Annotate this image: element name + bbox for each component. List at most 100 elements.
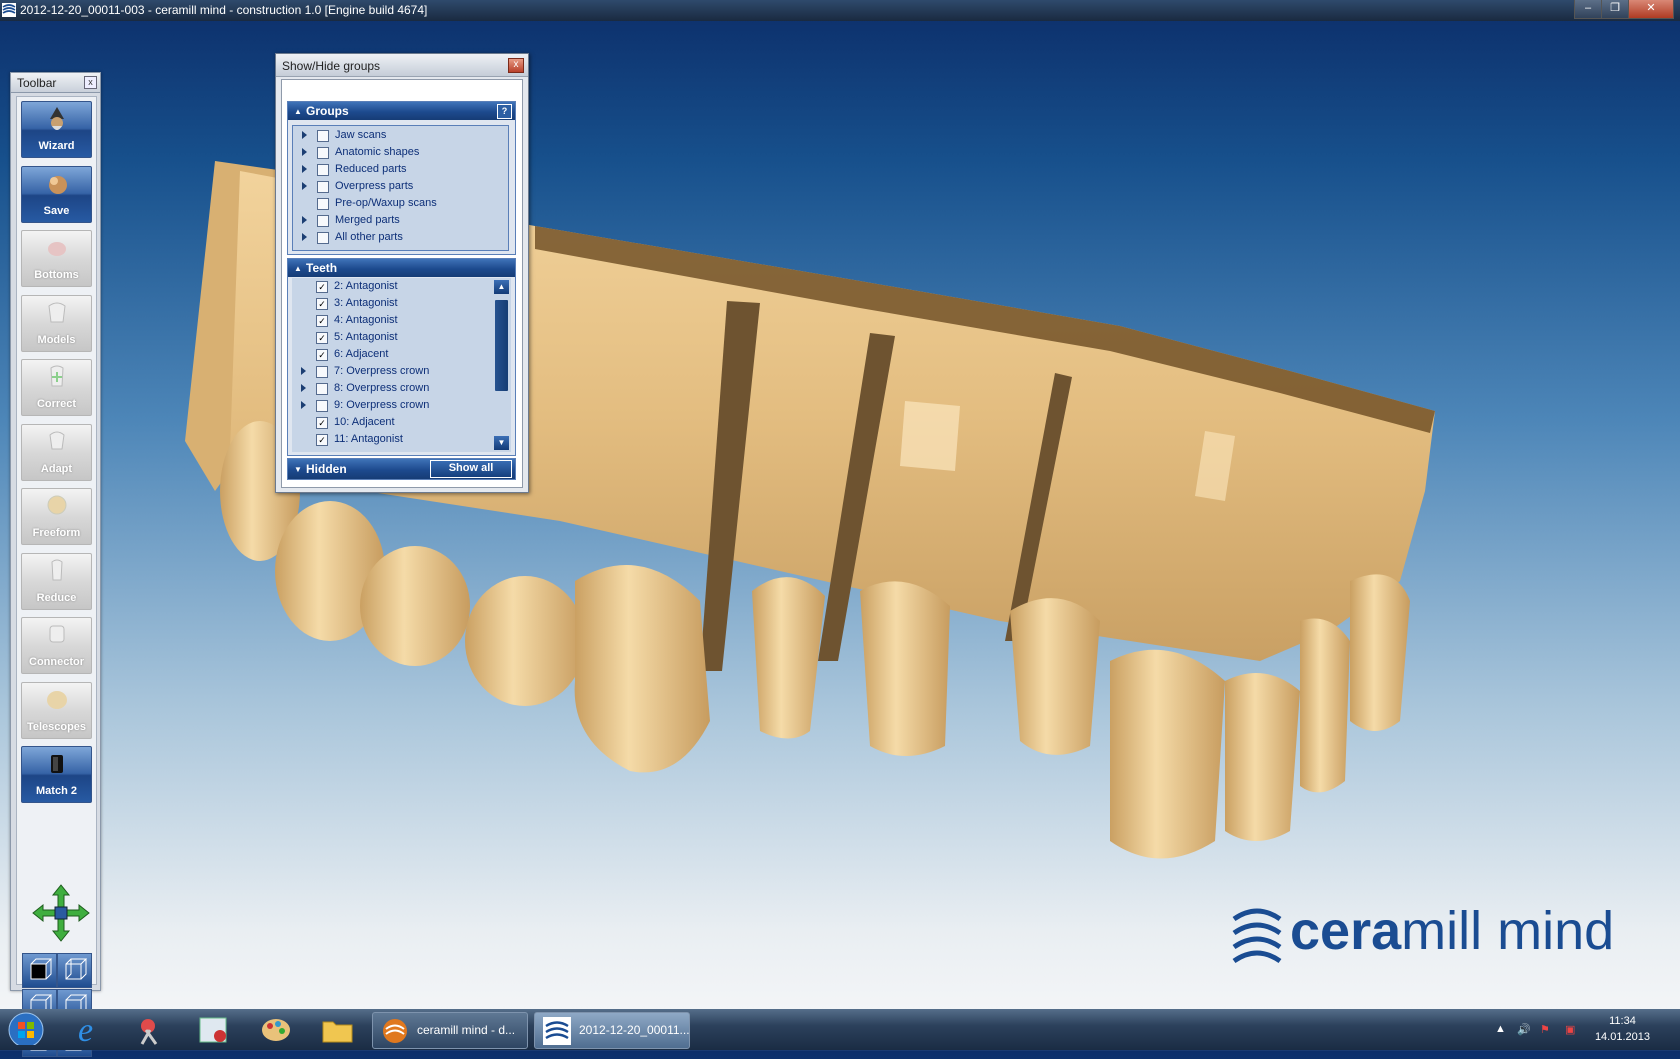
expand-arrow-icon[interactable]	[302, 148, 307, 156]
paint-icon[interactable]	[256, 1012, 296, 1047]
visibility-checkbox[interactable]: ✓	[316, 349, 328, 361]
close-window-button[interactable]: ✕	[1628, 0, 1674, 19]
taskbar-item-ceramill-mind[interactable]: ceramill mind - d...	[372, 1012, 528, 1049]
telescopes-button[interactable]: Telescopes	[21, 682, 92, 739]
list-item[interactable]: ✓ 11: Antagonist	[292, 431, 511, 448]
taskbar-item-construction[interactable]: 2012-12-20_00011...	[534, 1012, 690, 1049]
list-item[interactable]: ✓ 3: Antagonist	[292, 295, 511, 312]
expand-arrow-icon[interactable]	[301, 401, 306, 409]
teeth-scrollbar[interactable]: ▲ ▼	[494, 280, 509, 450]
help-icon[interactable]: ?	[497, 104, 512, 119]
logo-text-bold: cera	[1290, 901, 1402, 961]
visibility-checkbox[interactable]	[316, 366, 328, 378]
arrow-up-icon[interactable]	[51, 884, 71, 908]
groups-header[interactable]: ▲ Groups ?	[288, 102, 515, 120]
scroll-thumb[interactable]	[495, 300, 508, 391]
view-back-button[interactable]	[57, 953, 92, 988]
collapse-icon: ▲	[294, 264, 302, 273]
wizard-icon	[50, 107, 64, 130]
list-item[interactable]: Pre-op/Waxup scans	[293, 195, 508, 212]
list-item[interactable]: ✓ 5: Antagonist	[292, 329, 511, 346]
correct-button[interactable]: Correct	[21, 359, 92, 416]
visibility-checkbox[interactable]: ✓	[316, 434, 328, 446]
show-hidden-icons-icon[interactable]: ▲	[1495, 1023, 1506, 1035]
expand-arrow-icon[interactable]	[301, 384, 306, 392]
bottoms-button[interactable]: Bottoms	[21, 230, 92, 287]
connector-label: Connector	[29, 656, 84, 668]
match-2-button[interactable]: Match 2	[21, 746, 92, 803]
list-item[interactable]: 9: Overpress crown	[292, 397, 511, 414]
visibility-checkbox[interactable]: ✓	[316, 281, 328, 293]
show-all-button[interactable]: Show all	[430, 460, 512, 478]
visibility-checkbox[interactable]	[317, 130, 329, 142]
start-button-icon[interactable]	[6, 1010, 46, 1045]
models-icon	[48, 302, 66, 323]
list-item[interactable]: 7: Overpress crown	[292, 363, 511, 380]
list-item[interactable]: Anatomic shapes	[293, 144, 508, 161]
visibility-checkbox[interactable]	[317, 181, 329, 193]
connector-button[interactable]: Connector	[21, 617, 92, 674]
adapt-button[interactable]: Adapt	[21, 424, 92, 481]
expand-arrow-icon[interactable]	[302, 131, 307, 139]
volume-icon[interactable]: 🔊	[1517, 1023, 1531, 1036]
visibility-checkbox[interactable]: ✓	[316, 315, 328, 327]
list-item[interactable]: ✓ 4: Antagonist	[292, 312, 511, 329]
expand-arrow-icon[interactable]	[301, 367, 306, 375]
teeth-section: ▲ Teeth ✓ 2: Antagonist ✓ 3: Antagonist ✓ 4: …	[287, 258, 516, 456]
media-app-icon[interactable]	[194, 1012, 234, 1047]
freeform-button[interactable]: Freeform	[21, 488, 92, 545]
system-clock[interactable]: 11:34 14.01.2013	[1595, 1013, 1650, 1045]
list-item[interactable]: ✓ 6: Adjacent	[292, 346, 511, 363]
action-center-icon[interactable]: ⚑	[1540, 1023, 1550, 1036]
expand-arrow-icon[interactable]	[302, 233, 307, 241]
groups-list: Jaw scans Anatomic shapes Reduced parts Ove…	[292, 125, 509, 251]
center-view-icon[interactable]	[54, 906, 68, 920]
visibility-checkbox[interactable]	[316, 383, 328, 395]
scroll-up-icon[interactable]: ▲	[494, 280, 509, 294]
visibility-checkbox[interactable]	[317, 232, 329, 244]
expand-arrow-icon[interactable]	[302, 182, 307, 190]
visibility-checkbox[interactable]	[317, 164, 329, 176]
dental-model-viewport[interactable]	[0, 21, 1680, 1006]
models-button[interactable]: Models	[21, 295, 92, 352]
visibility-checkbox[interactable]	[317, 147, 329, 159]
scroll-down-icon[interactable]: ▼	[494, 436, 509, 450]
list-item[interactable]: All other parts	[293, 229, 508, 246]
hidden-header[interactable]: ▼ Hidden Show all	[288, 459, 515, 479]
teeth-header[interactable]: ▲ Teeth	[288, 259, 515, 277]
list-item[interactable]: Jaw scans	[293, 127, 508, 144]
visibility-checkbox[interactable]	[317, 198, 329, 210]
arrow-down-icon[interactable]	[51, 918, 71, 942]
network-icon[interactable]: ▣	[1565, 1023, 1575, 1036]
save-button[interactable]: Save	[21, 166, 92, 223]
visibility-checkbox[interactable]: ✓	[316, 298, 328, 310]
arrow-left-icon[interactable]	[32, 903, 56, 923]
list-item[interactable]: 8: Overpress crown	[292, 380, 511, 397]
list-item[interactable]: ✓ 2: Antagonist	[292, 278, 511, 295]
list-item[interactable]: Overpress parts	[293, 178, 508, 195]
list-item-label: 11: Antagonist	[334, 433, 403, 445]
maximize-button[interactable]: ❐	[1601, 0, 1629, 19]
list-item[interactable]: ✓ 10: Adjacent	[292, 414, 511, 431]
expand-arrow-icon[interactable]	[302, 165, 307, 173]
visibility-checkbox[interactable]	[317, 215, 329, 227]
rotate-arrows-control[interactable]	[31, 883, 91, 943]
minimize-button[interactable]: –	[1574, 0, 1602, 19]
list-item[interactable]: Reduced parts	[293, 161, 508, 178]
ceramill-task-icon	[383, 1019, 407, 1043]
file-explorer-icon[interactable]	[318, 1012, 358, 1047]
visibility-checkbox[interactable]: ✓	[316, 332, 328, 344]
view-front-button[interactable]	[22, 953, 57, 988]
visibility-checkbox[interactable]: ✓	[316, 417, 328, 429]
wizard-button[interactable]: Wizard	[21, 101, 92, 158]
internet-explorer-icon[interactable]: e	[70, 1012, 110, 1047]
visibility-checkbox[interactable]	[316, 400, 328, 412]
reduce-button[interactable]: Reduce	[21, 553, 92, 610]
task-label: 2012-12-20_00011...	[579, 1023, 690, 1037]
toolbar-close-button[interactable]: x	[84, 76, 97, 89]
arrow-right-icon[interactable]	[66, 903, 90, 923]
dialog-close-button[interactable]: x	[508, 58, 524, 73]
expand-arrow-icon[interactable]	[302, 216, 307, 224]
snipping-tool-icon[interactable]	[132, 1012, 172, 1047]
list-item[interactable]: Merged parts	[293, 212, 508, 229]
